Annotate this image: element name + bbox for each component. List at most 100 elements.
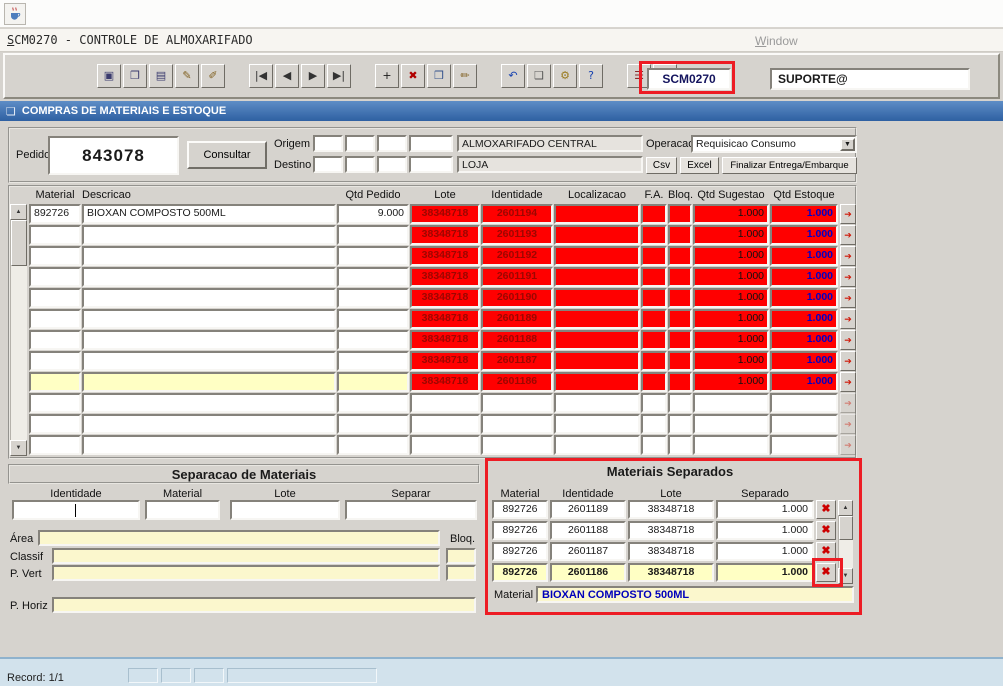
previous-record-button[interactable]: ◀	[275, 64, 299, 88]
sep-cell-separado[interactable]: 1.000	[716, 542, 814, 561]
grid-cell-identidade[interactable]	[481, 435, 553, 455]
grid-cell-material[interactable]	[29, 267, 81, 287]
grid-cell-material[interactable]	[29, 246, 81, 266]
sep-cell-lote[interactable]: 38348718	[628, 521, 714, 540]
insert-record-button[interactable]: +	[375, 64, 399, 88]
grid-cell-identidade[interactable]: 2601192	[481, 246, 553, 266]
separate-row-button[interactable]: ➔	[840, 246, 856, 266]
grid-cell-descricao[interactable]	[82, 393, 336, 413]
grid-cell-identidade[interactable]	[481, 414, 553, 434]
clipboard-button[interactable]: ❑	[527, 64, 551, 88]
sep-material-field[interactable]: BIOXAN COMPOSTO 500ML	[536, 586, 854, 603]
sep-cell-material[interactable]: 892726	[492, 500, 548, 519]
menu-item-window[interactable]: Window	[755, 34, 798, 48]
grid-cell-localizacao[interactable]	[554, 288, 640, 308]
sep-cell-material[interactable]: 892726	[492, 542, 548, 561]
grid-cell-qtd-sugestao[interactable]: 1.000	[693, 351, 769, 371]
grid-cell-material[interactable]	[29, 288, 81, 308]
grid-cell-identidade[interactable]: 2601191	[481, 267, 553, 287]
grid-cell-identidade[interactable]: 2601187	[481, 351, 553, 371]
separate-row-button[interactable]: ➔	[840, 435, 856, 455]
separados-scrollbar[interactable]: ▲ ▼	[838, 500, 853, 584]
grid-cell-qtd-pedido[interactable]	[337, 330, 409, 350]
grid-cell-bloq[interactable]	[668, 330, 692, 350]
dropdown-arrow-icon[interactable]: ▼	[840, 138, 855, 151]
grid-cell-descricao[interactable]	[82, 351, 336, 371]
grid-cell-qtd-pedido[interactable]	[337, 351, 409, 371]
grid-cell-descricao[interactable]	[82, 330, 336, 350]
grid-cell-identidade[interactable]: 2601189	[481, 309, 553, 329]
scroll-up-button[interactable]: ▲	[838, 500, 853, 516]
grid-cell-qtd-estoque[interactable]: 1.000	[770, 372, 838, 392]
grid-cell-lote[interactable]: 38348718	[410, 288, 480, 308]
grid-cell-identidade[interactable]: 2601193	[481, 225, 553, 245]
sep-cell-lote[interactable]: 38348718	[628, 500, 714, 519]
grid-cell-qtd-pedido[interactable]	[337, 435, 409, 455]
grid-cell-descricao[interactable]	[82, 288, 336, 308]
grid-cell-material[interactable]	[29, 414, 81, 434]
delete-record-button[interactable]: ✖	[401, 64, 425, 88]
destino-code-field-2[interactable]	[345, 156, 375, 173]
grid-cell-qtd-sugestao[interactable]: 1.000	[693, 330, 769, 350]
operacao-select[interactable]: Requisicao Consumo ▼	[691, 135, 857, 153]
grid-cell-material[interactable]	[29, 435, 81, 455]
grid-cell-localizacao[interactable]	[554, 309, 640, 329]
separate-row-button[interactable]: ➔	[840, 330, 856, 350]
grid-cell-localizacao[interactable]	[554, 435, 640, 455]
grid-cell-fa[interactable]	[641, 435, 667, 455]
help-button[interactable]: ?	[579, 64, 603, 88]
grid-cell-lote[interactable]: 38348718	[410, 246, 480, 266]
grid-cell-lote[interactable]: 38348718	[410, 204, 480, 224]
destino-code-field-4[interactable]	[409, 156, 453, 173]
grid-cell-bloq[interactable]	[668, 351, 692, 371]
grid-cell-qtd-estoque[interactable]: 1.000	[770, 267, 838, 287]
destino-name-field[interactable]: LOJA	[457, 156, 643, 173]
separate-row-button[interactable]: ➔	[840, 393, 856, 413]
grid-cell-fa[interactable]	[641, 414, 667, 434]
grid-cell-localizacao[interactable]	[554, 393, 640, 413]
grid-cell-descricao[interactable]	[82, 309, 336, 329]
separate-row-button[interactable]: ➔	[840, 267, 856, 287]
grid-cell-qtd-sugestao[interactable]: 1.000	[693, 204, 769, 224]
grid-cell-identidade[interactable]: 2601194	[481, 204, 553, 224]
sep-cell-separado[interactable]: 1.000	[716, 521, 814, 540]
print-button[interactable]: ▤	[149, 64, 173, 88]
bloq-field-1[interactable]	[446, 548, 476, 564]
grid-cell-localizacao[interactable]	[554, 351, 640, 371]
p-horiz-field[interactable]	[52, 597, 476, 613]
grid-cell-qtd-sugestao[interactable]: 1.000	[693, 288, 769, 308]
grid-cell-identidade[interactable]	[481, 393, 553, 413]
grid-cell-localizacao[interactable]	[554, 267, 640, 287]
grid-cell-fa[interactable]	[641, 372, 667, 392]
java-app-icon[interactable]	[4, 3, 26, 25]
grid-cell-descricao[interactable]	[82, 246, 336, 266]
grid-cell-bloq[interactable]	[668, 309, 692, 329]
grid-cell-qtd-sugestao[interactable]: 1.000	[693, 225, 769, 245]
p-vert-field[interactable]	[52, 565, 440, 581]
grid-cell-lote[interactable]	[410, 435, 480, 455]
grid-cell-material[interactable]: 892726	[29, 204, 81, 224]
grid-cell-descricao[interactable]	[82, 267, 336, 287]
execute-query-button[interactable]: ✏	[453, 64, 477, 88]
destino-code-field-3[interactable]	[377, 156, 407, 173]
bloq-field-2[interactable]	[446, 565, 476, 581]
grid-cell-lote[interactable]: 38348718	[410, 330, 480, 350]
form-code-field[interactable]: SCM0270	[647, 68, 731, 90]
grid-cell-descricao[interactable]	[82, 414, 336, 434]
grid-cell-bloq[interactable]	[668, 414, 692, 434]
grid-cell-localizacao[interactable]	[554, 414, 640, 434]
user-field[interactable]: SUPORTE@	[770, 68, 970, 90]
grid-cell-qtd-pedido[interactable]	[337, 225, 409, 245]
keys-button[interactable]: ⚙	[553, 64, 577, 88]
sep-cell-material[interactable]: 892726	[492, 521, 548, 540]
grid-cell-lote[interactable]: 38348718	[410, 372, 480, 392]
grid-cell-qtd-pedido[interactable]	[337, 414, 409, 434]
grid-cell-bloq[interactable]	[668, 246, 692, 266]
grid-cell-qtd-estoque[interactable]: 1.000	[770, 204, 838, 224]
grid-cell-fa[interactable]	[641, 393, 667, 413]
grid-cell-qtd-estoque[interactable]: 1.000	[770, 225, 838, 245]
material-input[interactable]	[145, 500, 220, 520]
grid-cell-identidade[interactable]: 2601186	[481, 372, 553, 392]
grid-cell-qtd-estoque[interactable]: 1.000	[770, 309, 838, 329]
grid-cell-bloq[interactable]	[668, 372, 692, 392]
